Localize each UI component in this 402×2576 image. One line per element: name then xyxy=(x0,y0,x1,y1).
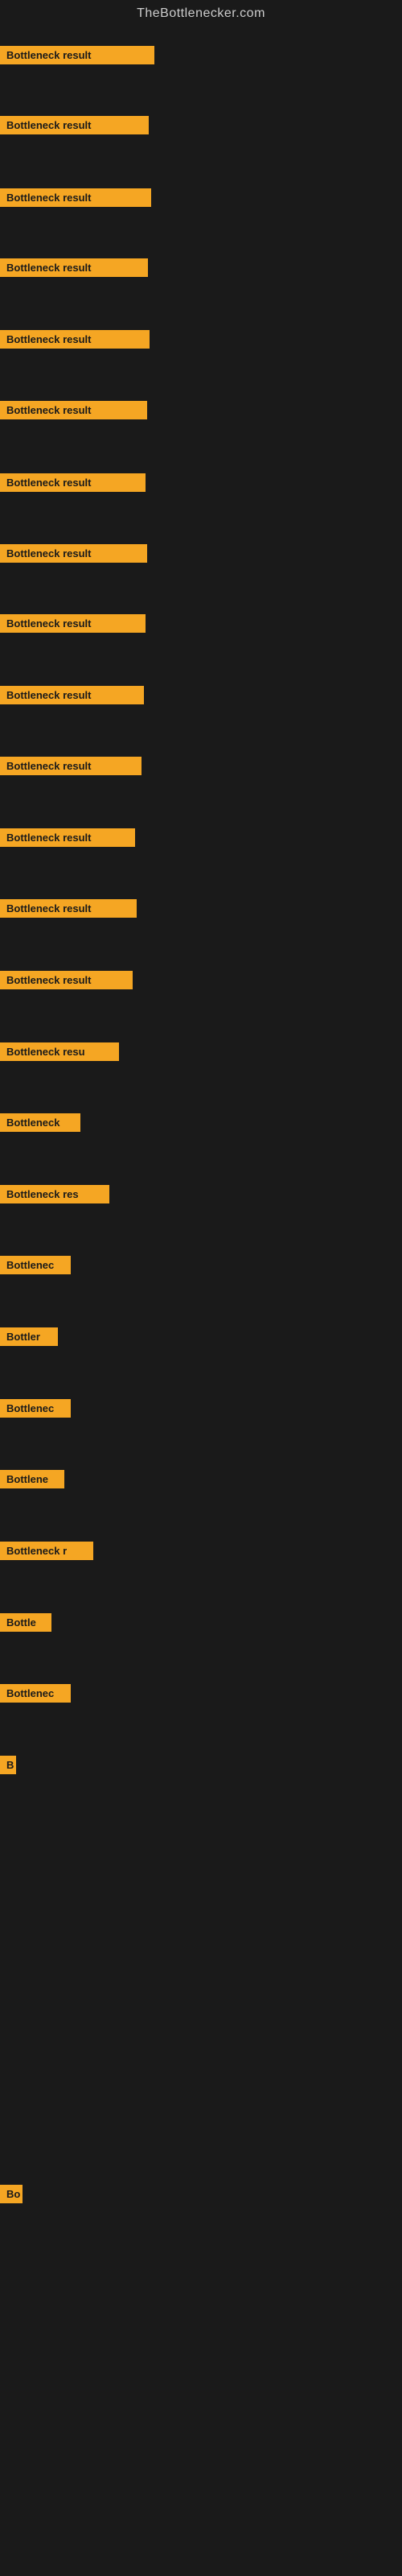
bottleneck-result-item: Bottleneck result xyxy=(0,473,146,492)
bottleneck-result-item: Bottleneck result xyxy=(0,757,142,775)
bottleneck-result-item: Bottleneck result xyxy=(0,828,135,847)
bottleneck-result-item: Bottleneck result xyxy=(0,258,148,277)
bottleneck-result-item: Bottleneck res xyxy=(0,1185,109,1203)
bottleneck-result-item: Bottlene xyxy=(0,1470,64,1488)
bottleneck-result-item: Bottlenec xyxy=(0,1684,71,1703)
bottleneck-result-item: Bottleneck result xyxy=(0,330,150,349)
bottleneck-result-item: Bottleneck xyxy=(0,1113,80,1132)
bottleneck-result-item: Bottleneck result xyxy=(0,46,154,64)
bottleneck-result-item: Bottleneck result xyxy=(0,899,137,918)
bottleneck-result-item: Bottler xyxy=(0,1327,58,1346)
bottleneck-result-item: Bottleneck result xyxy=(0,686,144,704)
bottleneck-result-item: B xyxy=(0,1756,16,1774)
bottleneck-result-item: Bottleneck result xyxy=(0,971,133,989)
bottleneck-result-item: Bottleneck result xyxy=(0,188,151,207)
bottleneck-result-item: Bottlenec xyxy=(0,1399,71,1418)
site-title: TheBottlenecker.com xyxy=(0,0,402,24)
bottleneck-result-item: Bottleneck resu xyxy=(0,1042,119,1061)
bottleneck-result-item: Bottleneck result xyxy=(0,544,147,563)
bottleneck-result-item: Bo xyxy=(0,2185,23,2203)
bottleneck-result-item: Bottleneck result xyxy=(0,116,149,134)
bottleneck-result-item: Bottleneck result xyxy=(0,614,146,633)
bottleneck-result-item: Bottleneck r xyxy=(0,1542,93,1560)
bottleneck-result-item: Bottle xyxy=(0,1613,51,1632)
bottleneck-result-item: Bottlenec xyxy=(0,1256,71,1274)
bottleneck-result-item: Bottleneck result xyxy=(0,401,147,419)
